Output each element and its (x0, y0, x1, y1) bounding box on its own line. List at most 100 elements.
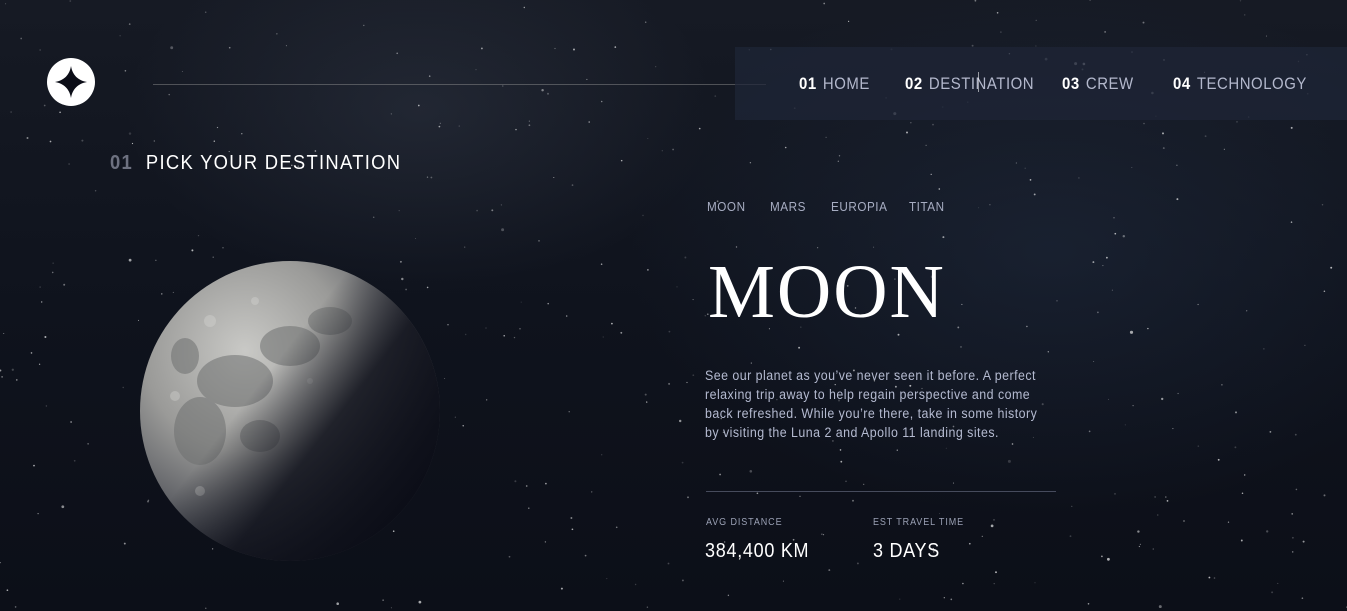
star-dot (428, 75, 431, 77)
star-dot (128, 132, 132, 135)
star-dot (799, 495, 801, 497)
star-dot (528, 124, 531, 127)
star-dot (1, 376, 3, 378)
star-dot (942, 236, 945, 239)
star-dot (447, 324, 449, 326)
star-dot (519, 328, 521, 330)
nav-item-technology[interactable]: 04 TECHNOLOGY (1173, 47, 1307, 120)
star-dot (502, 85, 504, 87)
star-dot (513, 336, 516, 339)
star-dot (1277, 582, 1279, 584)
star-dot (538, 240, 540, 242)
star-dot (906, 131, 908, 134)
star-dot (390, 607, 392, 609)
star-dot (1239, 0, 1242, 2)
star-dot (990, 524, 994, 528)
tab-europia[interactable]: EUROPIA (831, 199, 887, 214)
star-dot (847, 20, 850, 23)
star-dot (1269, 430, 1272, 433)
star-dot (960, 345, 962, 348)
star-dot (444, 377, 446, 380)
star-dot (1078, 177, 1080, 179)
star-dot (1113, 217, 1115, 219)
star-dot (1291, 536, 1294, 539)
star-dot (1221, 383, 1223, 386)
star-dot (430, 176, 433, 179)
star-dot (1204, 135, 1207, 138)
star-dot (698, 127, 701, 130)
star-dot (1176, 164, 1178, 167)
star-dot (119, 35, 121, 37)
star-dot (925, 144, 927, 147)
star-dot (620, 159, 623, 162)
star-dot (170, 46, 174, 50)
star-dot (852, 499, 854, 502)
star-dot (1132, 404, 1134, 407)
star-dot (372, 216, 375, 218)
star-dot (454, 416, 456, 418)
nav-item-destination[interactable]: 02 DESTINATION (905, 47, 1034, 120)
nav-item-number: 01 (799, 73, 817, 93)
star-dot (1129, 330, 1134, 334)
star-dot (1243, 14, 1246, 16)
star-dot (1165, 496, 1167, 498)
star-dot (686, 381, 688, 384)
page-title: 01 PICK YOUR DESTINATION (110, 152, 401, 175)
star-dot (52, 262, 54, 264)
star-dot (1069, 535, 1072, 538)
star-dot (396, 52, 399, 55)
star-dot (1011, 443, 1014, 445)
star-dot (363, 24, 365, 27)
star-dot (817, 247, 819, 249)
star-dot (1295, 488, 1298, 491)
star-dot (212, 256, 214, 258)
star-dot (1217, 458, 1220, 461)
star-dot (1093, 360, 1095, 363)
stats-divider (706, 491, 1056, 492)
star-dot (439, 122, 441, 124)
star-dot (1143, 122, 1145, 125)
star-dot (415, 238, 417, 239)
star-dot (81, 139, 84, 142)
four-point-star-icon[interactable] (47, 58, 95, 106)
nav-item-home[interactable]: 01 HOME (799, 47, 870, 120)
star-dot (1236, 121, 1238, 123)
star-dot (418, 600, 422, 604)
star-dot (646, 606, 649, 608)
star-dot (565, 315, 568, 317)
star-dot (910, 122, 912, 124)
star-dot (87, 443, 89, 445)
star-dot (45, 405, 48, 407)
star-dot (285, 45, 287, 47)
star-dot (26, 137, 29, 139)
star-dot (94, 190, 97, 192)
star-dot (547, 92, 549, 95)
star-dot (1176, 198, 1179, 201)
star-dot (1294, 433, 1297, 436)
star-dot (1183, 520, 1185, 522)
star-dot (216, 126, 219, 129)
star-dot (838, 155, 841, 157)
star-dot (520, 301, 522, 303)
star-dot (661, 150, 663, 152)
tab-mars[interactable]: MARS (770, 199, 805, 214)
star-dot (1162, 147, 1165, 150)
star-dot (1172, 428, 1174, 430)
header-divider-line (153, 84, 766, 85)
star-dot (222, 247, 224, 249)
star-dot (417, 104, 420, 107)
nav-item-crew[interactable]: 03 CREW (1062, 47, 1134, 120)
star-dot (600, 263, 603, 265)
star-dot (49, 140, 52, 143)
star-dot (1197, 445, 1200, 447)
star-dot (51, 271, 54, 274)
star-dot (668, 330, 671, 333)
star-dot (655, 66, 657, 68)
tab-titan[interactable]: TITAN (909, 199, 945, 214)
star-dot (336, 602, 339, 605)
star-dot (591, 491, 593, 493)
star-dot (1104, 31, 1106, 33)
star-dot (30, 352, 33, 354)
star-dot (1088, 430, 1091, 433)
tab-moon[interactable]: MOON (707, 199, 745, 214)
